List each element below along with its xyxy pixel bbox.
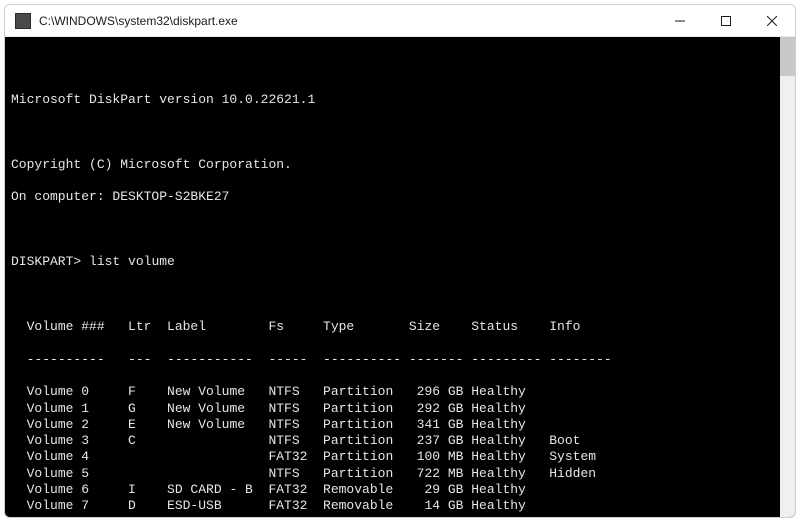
scrollbar-thumb[interactable] [780, 37, 795, 76]
scrollbar-track[interactable] [780, 76, 795, 518]
terminal-output[interactable]: Microsoft DiskPart version 10.0.22621.1 … [5, 37, 780, 518]
terminal-area: Microsoft DiskPart version 10.0.22621.1 … [5, 37, 795, 518]
table-row: Volume 7 DESD-USBFAT32Removable 14 GB He… [11, 498, 780, 514]
vertical-scrollbar[interactable] [780, 37, 795, 518]
table-divider: ---------- -----------------------------… [11, 352, 780, 368]
window-title: C:\WINDOWS\system32\diskpart.exe [39, 14, 238, 28]
maximize-button[interactable] [703, 5, 749, 37]
table-row: Volume 2 ENew VolumeNTFSPartition 341 GB… [11, 417, 780, 433]
table-row: Volume 5 NTFSPartition 722 MB HealthyHid… [11, 466, 780, 482]
table-header: Volume ### LtrLabelFsTypeSizeStatusInfo [11, 319, 780, 335]
close-button[interactable] [749, 5, 795, 37]
version-line: Microsoft DiskPart version 10.0.22621.1 [11, 92, 780, 108]
minimize-button[interactable] [657, 5, 703, 37]
app-window: C:\WINDOWS\system32\diskpart.exe Microso… [4, 4, 796, 518]
table-row: Volume 1 GNew VolumeNTFSPartition 292 GB… [11, 401, 780, 417]
prompt-line-1: DISKPART> list volume [11, 254, 780, 270]
table-row: Volume 4 FAT32Partition 100 MB HealthySy… [11, 449, 780, 465]
copyright-line: Copyright (C) Microsoft Corporation. [11, 157, 780, 173]
table-row: Volume 3 CNTFSPartition 237 GB HealthyBo… [11, 433, 780, 449]
table-row: Volume 0 FNew VolumeNTFSPartition 296 GB… [11, 384, 780, 400]
app-icon [15, 13, 31, 29]
computer-line: On computer: DESKTOP-S2BKE27 [11, 189, 780, 205]
table-row: Volume 6 ISD CARD - BFAT32Removable 29 G… [11, 482, 780, 498]
command-1: list volume [89, 254, 175, 269]
titlebar[interactable]: C:\WINDOWS\system32\diskpart.exe [5, 5, 795, 37]
